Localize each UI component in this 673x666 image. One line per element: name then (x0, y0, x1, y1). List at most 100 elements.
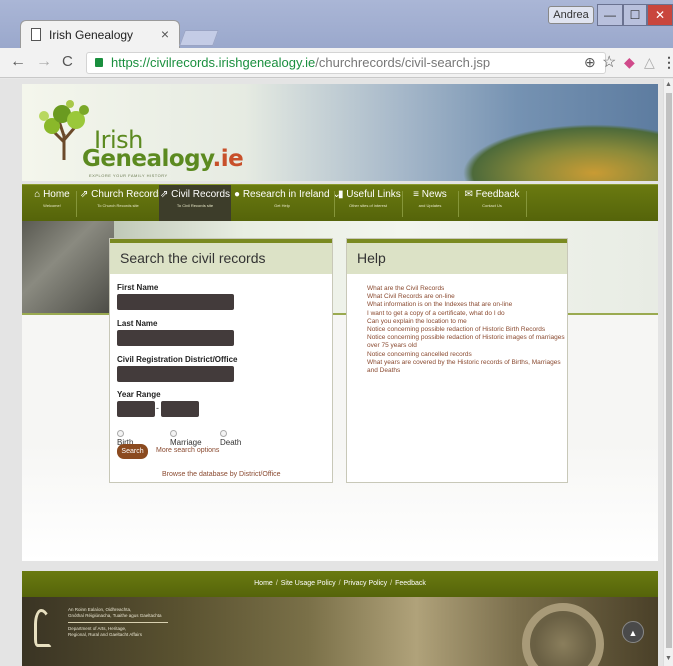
nav-church-sub: To Church Records site (97, 203, 139, 208)
nav-feedback[interactable]: ✉ Feedback Contact Us (462, 189, 522, 219)
footer-separator: / (338, 580, 341, 587)
bookmark-icon: ▮ (338, 189, 344, 200)
footer-privacy-link[interactable]: Privacy Policy (344, 580, 388, 587)
main-content: Search the civil records First Name Last… (22, 221, 658, 561)
browser-titlebar: Irish Genealogy × Andrea — ☐ ✕ (0, 0, 673, 48)
radio-marriage[interactable]: Marriage (170, 429, 202, 447)
first-name-input[interactable] (117, 294, 234, 310)
logo-text-genealogy: Genealogy.ie (82, 146, 244, 172)
department-english-line: Regional, Rural and Gaeltacht Affairs (68, 632, 142, 637)
nav-research-label: Research in Ireland (242, 189, 330, 200)
help-link[interactable]: What are the Civil Records (367, 285, 567, 293)
extension-gray-icon[interactable]: △ (644, 54, 655, 71)
footer-image: An Roinn Ealaíon, Oidhreachta, Gnóthaí R… (22, 597, 658, 666)
landscape-image (462, 124, 658, 181)
page-scrollbar[interactable]: ▲ ▼ (663, 79, 673, 666)
celtic-cross-image (522, 603, 604, 666)
help-link[interactable]: What years are covered by the Historic r… (367, 359, 567, 375)
nav-divider (334, 191, 335, 217)
more-search-options-link[interactable]: More search options (156, 447, 219, 454)
browse-by-district-link[interactable]: Browse the database by District/Office (162, 471, 281, 478)
star-icon[interactable]: ☆ (602, 52, 616, 72)
help-link[interactable]: I want to get a copy of a certificate, w… (367, 310, 567, 318)
nav-research-sub: Get Help (274, 203, 290, 208)
zoom-icon[interactable]: ⊕ (584, 54, 596, 71)
help-link[interactable]: What information is on the Indexes that … (367, 301, 567, 309)
help-panel: Help What are the Civil Records What Civ… (346, 238, 568, 483)
address-bar[interactable]: https://civilrecords.irishgenealogy.ie/c… (86, 52, 606, 74)
nav-divider (526, 191, 527, 217)
nav-civil-records[interactable]: ⇗ Civil Records To Civil Records site (159, 185, 231, 222)
footer-feedback-link[interactable]: Feedback (395, 580, 426, 587)
last-name-input[interactable] (117, 330, 234, 346)
harp-icon (34, 609, 52, 647)
district-label: Civil Registration District/Office (117, 355, 238, 364)
reload-icon[interactable]: C (62, 53, 73, 70)
nav-church-records[interactable]: ⇗ Church Records To Church Records site (80, 189, 163, 219)
historic-photo (22, 221, 114, 313)
user-profile-button[interactable]: Andrea (548, 6, 594, 24)
menu-icon[interactable]: ⋮ (662, 54, 673, 71)
forward-icon[interactable]: → (36, 53, 52, 71)
year-from-input[interactable] (117, 401, 155, 417)
help-link[interactable]: Can you explain the location to me (367, 318, 567, 326)
nav-church-label: Church Records (91, 189, 164, 200)
nav-news[interactable]: ≡ News and Updates (406, 189, 454, 219)
nav-civil-sub: To Civil Records site (176, 203, 214, 208)
search-title: Search the civil records (120, 250, 266, 266)
department-divider (68, 622, 168, 623)
nav-divider (402, 191, 403, 217)
radio-circle (170, 430, 177, 437)
info-icon: ● (234, 189, 241, 200)
nav-divider (458, 191, 459, 217)
back-icon[interactable]: ← (10, 53, 26, 71)
nav-divider (76, 191, 77, 217)
footer-home-link[interactable]: Home (254, 580, 273, 587)
nav-home[interactable]: ⌂ Home Welcome! (32, 189, 72, 219)
home-icon: ⌂ (34, 189, 41, 200)
district-input[interactable] (117, 366, 234, 382)
radio-circle (220, 430, 227, 437)
site-banner: Irish Genealogy.ie EXPLORE YOUR FAMILY H… (22, 84, 658, 181)
minimize-button[interactable]: — (597, 4, 623, 26)
scroll-up-arrow-icon[interactable]: ▲ (665, 81, 672, 88)
nav-links-sub: Other sites of interest (348, 203, 387, 208)
back-to-top-button[interactable]: ▲ (622, 621, 644, 643)
browser-toolbar: ← → C https://civilrecords.irishgenealog… (0, 48, 673, 78)
nav-news-label: News (421, 189, 447, 200)
help-link[interactable]: Notice concerning possible redaction of … (367, 326, 567, 334)
year-range-separator: - (156, 403, 159, 413)
nav-research-in-ireland[interactable]: ● Research in Ireland ⌄ Get Help (234, 189, 341, 219)
extension-icon[interactable]: ◆ (624, 54, 635, 71)
help-links: What are the Civil Records What Civil Re… (367, 285, 567, 375)
nav-useful-links[interactable]: ▮ Useful Links Other sites of interest (338, 189, 401, 219)
help-link[interactable]: Notice concerning possible redaction of … (367, 334, 567, 350)
scrollbar-thumb[interactable] (666, 93, 672, 648)
maximize-button[interactable]: ☐ (623, 4, 647, 26)
scroll-down-arrow-icon[interactable]: ▼ (665, 655, 672, 662)
close-window-button[interactable]: ✕ (647, 4, 673, 26)
year-to-input[interactable] (161, 401, 199, 417)
department-logo: An Roinn Ealaíon, Oidhreachta, Gnóthaí R… (68, 607, 178, 638)
new-tab-button[interactable] (179, 30, 219, 46)
logo-ie: .ie (212, 146, 244, 172)
department-irish-line: Gnóthaí Réigiúnacha, Tuaithe agus Gaelta… (68, 613, 162, 618)
tab-title: Irish Genealogy (49, 28, 134, 42)
last-name-label: Last Name (117, 319, 158, 328)
nav-news-sub: and Updates (418, 203, 442, 208)
url-host: https://civilrecords.irishgenealogy.ie (111, 55, 316, 70)
external-link-icon: ⇗ (159, 189, 169, 200)
lock-icon (95, 58, 103, 67)
footer-usage-policy-link[interactable]: Site Usage Policy (281, 580, 336, 587)
logo-genealogy: Genealogy (82, 146, 213, 172)
help-link[interactable]: Notice concerning cancelled records (367, 351, 567, 359)
help-link[interactable]: What Civil Records are on-line (367, 293, 567, 301)
url-path: /churchrecords/civil-search.jsp (315, 55, 491, 70)
tab-close-icon[interactable]: × (161, 26, 169, 42)
radio-death[interactable]: Death (220, 429, 241, 447)
browser-tab[interactable]: Irish Genealogy × (20, 20, 180, 48)
nav-links-label: Useful Links (346, 189, 401, 200)
envelope-icon: ✉ (464, 189, 473, 200)
search-button[interactable]: Search (117, 444, 148, 459)
year-range-label: Year Range (117, 390, 161, 399)
